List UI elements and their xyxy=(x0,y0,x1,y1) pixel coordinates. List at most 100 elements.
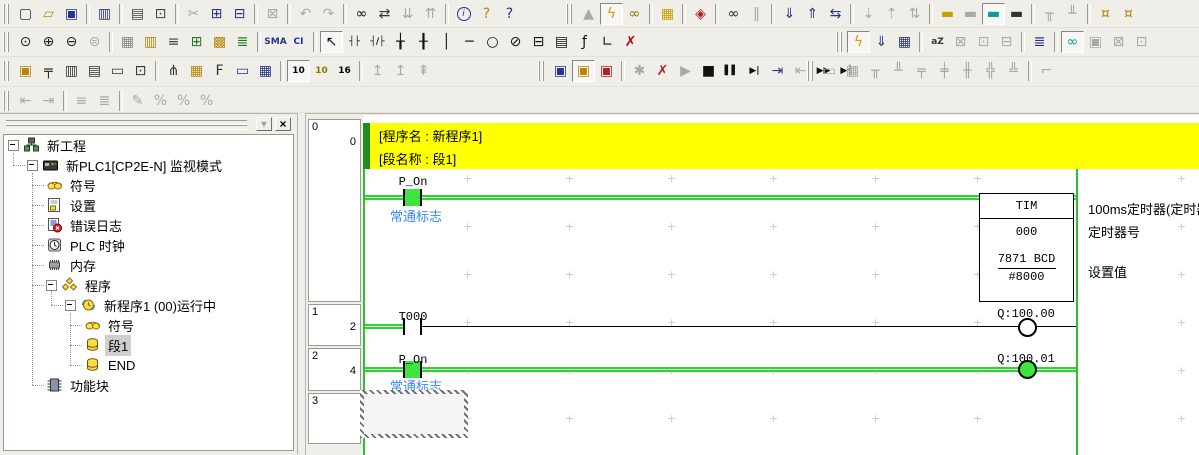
monitor-decimal-button[interactable]: 10 xyxy=(287,60,310,82)
context-help-button[interactable]: ? xyxy=(498,3,521,25)
new-contact-button[interactable]: ┤├ xyxy=(343,31,366,53)
collapse-expander-icon[interactable] xyxy=(46,280,57,291)
rung-margin-cell[interactable]: 0 0 xyxy=(308,119,361,302)
show-workspace-button[interactable]: ≣ xyxy=(231,31,254,53)
toolbar-gripper[interactable] xyxy=(566,4,573,24)
toolbar-gripper[interactable] xyxy=(836,32,843,52)
online-simulator-button[interactable]: ▦ xyxy=(656,3,679,25)
new-coil-button[interactable]: ○ xyxy=(481,31,504,53)
stop-button[interactable]: ■ xyxy=(697,60,720,82)
tree-item-cn-0[interactable]: 新工程 xyxy=(4,135,292,155)
program-mode-button[interactable]: ▬ xyxy=(936,3,959,25)
dialog-window-button[interactable]: ▭ xyxy=(231,60,254,82)
open-project-button[interactable]: ▱ xyxy=(37,3,60,25)
show-comments-button[interactable]: ▥ xyxy=(139,31,162,53)
delete-line-button[interactable]: ✗ xyxy=(619,31,642,53)
new-file-button[interactable]: ▢ xyxy=(14,3,37,25)
step-run-button[interactable]: ▶| xyxy=(743,60,766,82)
compile-all-button[interactable]: ⇓ xyxy=(870,31,893,53)
tim-instruction-block[interactable]: TIM 000 7871 BCD #8000 xyxy=(979,193,1074,302)
monitor-hex-button[interactable]: 16 xyxy=(333,60,356,82)
tree-item-plc[interactable]: PLC 时钟 xyxy=(4,235,292,255)
tree-item-cn-3[interactable]: 设置 xyxy=(4,195,292,215)
monitor-window-1-button[interactable]: ▥ xyxy=(60,60,83,82)
flag-marker-button[interactable]: Ϝ xyxy=(208,60,231,82)
set-password-button[interactable]: ¤ xyxy=(1094,3,1117,25)
paste-button[interactable]: ⊟ xyxy=(228,3,251,25)
step-in-button[interactable]: ⇥ xyxy=(766,60,789,82)
new-instruction-2-button[interactable]: ▤ xyxy=(550,31,573,53)
toolbar-gripper[interactable] xyxy=(538,61,545,81)
rung-margin-cell[interactable]: 2 4 xyxy=(308,348,361,391)
work-online-button[interactable]: ϟ xyxy=(600,3,623,25)
rung-margin-cell[interactable]: 1 2 xyxy=(308,304,361,346)
new-function-block-button[interactable]: ƒ xyxy=(573,31,596,53)
copy-button[interactable]: ⊞ xyxy=(205,3,228,25)
tree-item-cn-12[interactable]: 功能块 xyxy=(4,375,292,395)
pause-button[interactable]: ▌▌ xyxy=(720,60,743,82)
show-symbol-bar-button[interactable]: ▩ xyxy=(208,31,231,53)
new-horizontal-line-button[interactable]: ─ xyxy=(458,31,481,53)
rung-comment-header[interactable]: [程序名 : 新程序1] [段名称 : 段1] xyxy=(370,123,1199,169)
find-button[interactable]: ∞ xyxy=(350,3,373,25)
compile-program-button[interactable]: ▥ xyxy=(93,3,116,25)
simulator-transfer-button[interactable]: ◈ xyxy=(689,3,712,25)
zoom-in-button[interactable]: ⊕ xyxy=(37,31,60,53)
run-mode-button[interactable]: ▬ xyxy=(1005,3,1028,25)
collapse-expander-icon[interactable] xyxy=(65,300,76,311)
edit-cursor-selection[interactable] xyxy=(360,390,468,438)
view-mnemonics-button[interactable]: SMA xyxy=(264,31,287,53)
monitor-flash-button[interactable]: ϟ xyxy=(847,31,870,53)
edit-comments-button[interactable]: aZ xyxy=(926,31,949,53)
show-grid-button[interactable]: ▦ xyxy=(116,31,139,53)
collapse-expander-icon[interactable] xyxy=(8,140,19,151)
find-replace-button[interactable]: ⇄ xyxy=(373,3,396,25)
tree-item-1-00[interactable]: 新程序1 (00)运行中 xyxy=(4,295,292,315)
rung-margin-cell[interactable]: 3 xyxy=(308,393,361,444)
tree-item-1[interactable]: 段1 xyxy=(4,335,292,355)
pause-monitoring-button[interactable]: ∞ xyxy=(722,3,745,25)
transfer-from-plc-button[interactable]: ⇑ xyxy=(801,3,824,25)
new-vertical-line-button[interactable]: │ xyxy=(435,31,458,53)
print-preview-button[interactable]: ⊡ xyxy=(149,3,172,25)
toolbar-gripper[interactable] xyxy=(3,91,10,111)
save-project-button[interactable]: ▣ xyxy=(60,3,83,25)
properties-button[interactable]: ⊡ xyxy=(129,60,152,82)
hand-stop-button[interactable]: ✗ xyxy=(651,60,674,82)
toolbar-gripper[interactable] xyxy=(3,4,10,24)
monitor-signed-decimal-button[interactable]: 10 xyxy=(310,60,333,82)
monitor-option-button[interactable]: ▣ xyxy=(572,60,595,82)
select-mode-button[interactable]: ↖ xyxy=(320,31,343,53)
monitor-window-2-button[interactable]: ▤ xyxy=(83,60,106,82)
view-cross-references-button[interactable]: CI xyxy=(287,31,310,53)
tree-item-cn-9[interactable]: 符号 xyxy=(4,315,292,335)
auto-online-button[interactable]: ∞ xyxy=(623,3,646,25)
print-button[interactable]: ▤ xyxy=(126,3,149,25)
cascade-window-button[interactable]: ▣ xyxy=(14,60,37,82)
compare-with-plc-button[interactable]: ⇆ xyxy=(824,3,847,25)
new-closed-coil-button[interactable]: ⊘ xyxy=(504,31,527,53)
about-info-button[interactable]: i xyxy=(452,3,475,25)
toolbar-gripper[interactable] xyxy=(3,32,10,52)
workspace-close-button[interactable]: × xyxy=(275,117,291,131)
io-table-button[interactable]: ▦ xyxy=(254,60,277,82)
new-or-contact-button[interactable]: ╁ xyxy=(389,31,412,53)
release-password-button[interactable]: ¤ xyxy=(1117,3,1140,25)
watch-window-button[interactable]: ∞ xyxy=(1061,31,1084,53)
collapse-expander-icon[interactable] xyxy=(27,160,38,171)
toolbar-gripper[interactable] xyxy=(807,61,814,81)
time-chart-button[interactable]: ▦ xyxy=(893,31,916,53)
address-reference-button[interactable]: ≣ xyxy=(1028,31,1051,53)
zoom-normal-button[interactable]: ⊙ xyxy=(14,31,37,53)
transfer-to-plc-button[interactable]: ⇓ xyxy=(778,3,801,25)
show-rung-annotations-button[interactable]: ≡ xyxy=(162,31,185,53)
zoom-out-button[interactable]: ⊖ xyxy=(60,31,83,53)
save-monitor-button[interactable]: ▣ xyxy=(549,60,572,82)
tree-item-cn-4[interactable]: 错误日志 xyxy=(4,215,292,235)
tree-item-cn-7[interactable]: 程序 xyxy=(4,275,292,295)
symbol-table-button[interactable]: ▦ xyxy=(185,60,208,82)
show-monitoring-button[interactable]: ⊞ xyxy=(185,31,208,53)
hammer-button[interactable]: ╤ xyxy=(37,60,60,82)
new-instruction-button[interactable]: ⊟ xyxy=(527,31,550,53)
tree-item-cn-6[interactable]: 内存 xyxy=(4,255,292,275)
